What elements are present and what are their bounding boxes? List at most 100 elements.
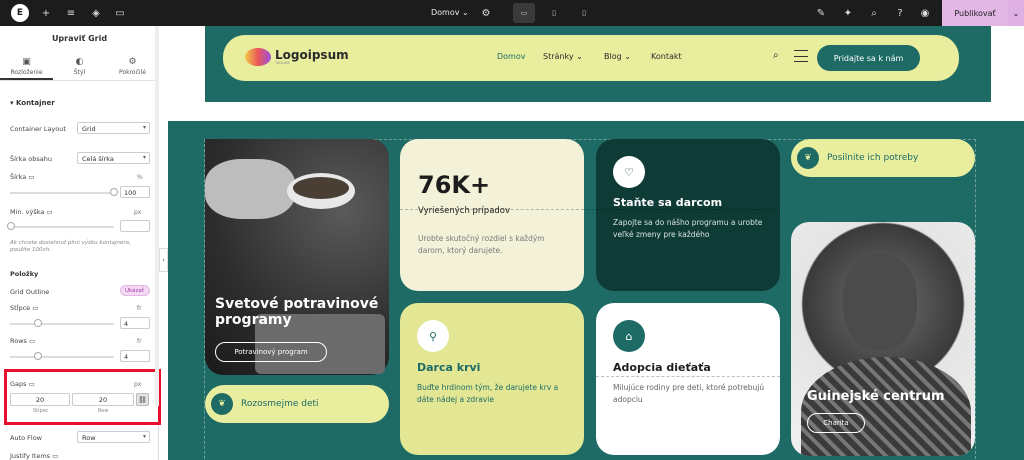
mobile-view-icon[interactable]: ▯	[573, 3, 595, 23]
desktop-device-icon: ▭	[28, 380, 35, 388]
panel-scrollbar[interactable]	[155, 26, 159, 406]
columns-slider[interactable]	[10, 323, 114, 325]
smile-children-label: Rozosmejme deti	[241, 399, 319, 409]
auto-flow-label: Auto Flow	[10, 434, 42, 442]
hamburger-menu-icon[interactable]	[794, 50, 808, 62]
rows-slider-handle[interactable]	[34, 352, 42, 360]
columns-unit-select[interactable]: fr	[137, 305, 142, 312]
desktop-device-icon: ▭	[46, 208, 53, 216]
guinea-center-title: Guinejské centrum	[807, 389, 945, 404]
join-us-button[interactable]: Pridajte sa k nám	[817, 45, 920, 71]
min-height-input[interactable]	[120, 220, 150, 232]
page-settings-icon[interactable]: ⚙	[477, 4, 495, 22]
width-slider-handle[interactable]	[110, 188, 118, 196]
width-input[interactable]: 100	[120, 186, 150, 198]
tablet-view-icon[interactable]: ▯	[543, 3, 565, 23]
tab-advanced[interactable]: ⚙ Pokročilé	[106, 53, 159, 80]
blood-donor-title: Darca krvi	[417, 361, 481, 374]
gaps-label-text: Gaps	[10, 380, 27, 388]
add-icon[interactable]: +	[37, 4, 55, 22]
rows-label: Rows ▭	[10, 337, 35, 345]
collapse-panel-chevron-icon[interactable]: ‹	[159, 248, 168, 272]
food-program-button[interactable]: Potravinový program	[215, 342, 327, 362]
chevron-down-icon: ⌄	[624, 52, 631, 61]
help-icon[interactable]: ?	[891, 4, 909, 22]
desktop-view-icon[interactable]: ▭	[513, 3, 535, 23]
min-height-slider[interactable]	[10, 226, 114, 228]
container-layout-select[interactable]: Grid ▾	[77, 122, 150, 134]
section-container-header[interactable]: ▾ Kontajner	[10, 99, 55, 107]
nav-item-contact[interactable]: Kontakt	[651, 52, 682, 61]
desktop-device-icon: ▭	[32, 304, 39, 312]
page-selector[interactable]: Domov ⌄	[431, 8, 469, 17]
strengthen-needs-label: Posilnite ich potreby	[827, 153, 919, 163]
link-values-icon[interactable]: ⛓	[136, 393, 149, 406]
width-slider[interactable]	[10, 192, 114, 194]
tab-style[interactable]: ◐ Štýl	[53, 53, 106, 80]
columns-input[interactable]: 4	[120, 317, 150, 329]
strengthen-needs-pill[interactable]: ❦ Posilnite ich potreby	[791, 139, 975, 177]
comments-icon[interactable]: ▭	[111, 4, 129, 22]
nav-item-pages[interactable]: Stránky ⌄	[543, 52, 583, 61]
site-navbar: Logoipsum TAGLINE Domov Stránky ⌄ Blog ⌄…	[223, 35, 959, 81]
grid-outline-toggle[interactable]: Ukázať	[120, 285, 150, 296]
nav-item-home[interactable]: Domov	[497, 52, 525, 61]
justify-items-label-text: Justify Items	[10, 452, 51, 460]
nav-item-blog[interactable]: Blog ⌄	[604, 52, 631, 61]
tab-layout[interactable]: ▣ Rozloženie	[0, 53, 53, 80]
donor-description: Zapojte sa do nášho programu a urobte ve…	[613, 218, 763, 239]
settings-sliders-icon[interactable]: ≡	[62, 4, 80, 22]
donor-title: Staňte sa darcom	[613, 196, 723, 209]
min-height-slider-handle[interactable]	[7, 222, 15, 230]
smile-children-pill[interactable]: ❦ Rozosmejme deti	[205, 385, 389, 423]
width-label: Šírka ▭	[10, 173, 34, 181]
nav-item-label: Blog	[604, 52, 622, 61]
food-program-card: Svetové potravinové programy Potravinový…	[205, 139, 389, 375]
gap-column-input[interactable]: 20	[10, 393, 70, 406]
container-layout-label: Container Layout	[10, 125, 66, 133]
rows-input[interactable]: 4	[120, 350, 150, 362]
publish-options-chevron-icon[interactable]: ⌄	[1008, 0, 1024, 26]
chevron-down-icon: ▾	[142, 124, 146, 131]
elementor-logo-icon[interactable]: E	[11, 4, 29, 22]
auto-flow-select[interactable]: Row ▾	[77, 431, 150, 443]
stat-description: Urobte skutočný rozdiel s každým darom, …	[418, 234, 545, 255]
section-container-label: Kontajner	[15, 99, 55, 107]
adoption-card: ⌂ Adopcia dieťaťa Milujúce rodiny pre de…	[596, 303, 780, 455]
layout-icon: ▣	[22, 57, 31, 67]
publish-button[interactable]: Publikovať	[942, 0, 1008, 26]
grid-row-guide	[400, 209, 780, 210]
charity-button[interactable]: Charita	[807, 413, 865, 433]
leaf-icon: ❦	[211, 393, 233, 415]
min-height-unit-select[interactable]: px	[134, 209, 141, 216]
food-program-title: Svetové potravinové programy	[215, 296, 379, 329]
ribbon-icon: ⚲	[417, 320, 449, 352]
tab-label: Rozloženie	[10, 69, 43, 76]
rows-label-text: Rows	[10, 337, 27, 345]
rows-slider[interactable]	[10, 356, 114, 358]
rows-unit-select[interactable]: fr	[137, 338, 142, 345]
notification-icon[interactable]: ✦	[839, 4, 857, 22]
layers-icon[interactable]: ◈	[87, 4, 105, 22]
width-unit-select[interactable]: %	[137, 174, 143, 181]
container-layout-value: Grid	[82, 125, 96, 133]
columns-label-text: Stĺpce	[10, 304, 31, 312]
logo-mark-icon	[245, 48, 271, 66]
search-icon[interactable]: ⌕	[773, 50, 779, 61]
preview-eye-icon[interactable]: ◉	[916, 4, 934, 22]
site-logo[interactable]: Logoipsum TAGLINE	[245, 48, 349, 66]
content-width-select[interactable]: Celá šírka ▾	[77, 152, 150, 164]
preview-canvas: Logoipsum TAGLINE Domov Stránky ⌄ Blog ⌄…	[168, 26, 1024, 460]
pin-icon[interactable]: ✎	[812, 4, 830, 22]
gap-row-input[interactable]: 20	[72, 393, 134, 406]
portrait-face-image	[843, 254, 917, 350]
gaps-unit-select[interactable]: px	[134, 381, 141, 388]
leaf-icon: ❦	[797, 147, 819, 169]
content-width-label: Šírka obsahu	[10, 155, 53, 163]
search-icon[interactable]: ⌕	[865, 4, 883, 22]
brand-name: Logoipsum	[275, 48, 349, 62]
tab-label: Štýl	[73, 69, 86, 76]
desktop-device-icon: ▭	[52, 452, 59, 460]
columns-slider-handle[interactable]	[34, 319, 42, 327]
gap-row-sublabel: Row	[98, 408, 109, 414]
